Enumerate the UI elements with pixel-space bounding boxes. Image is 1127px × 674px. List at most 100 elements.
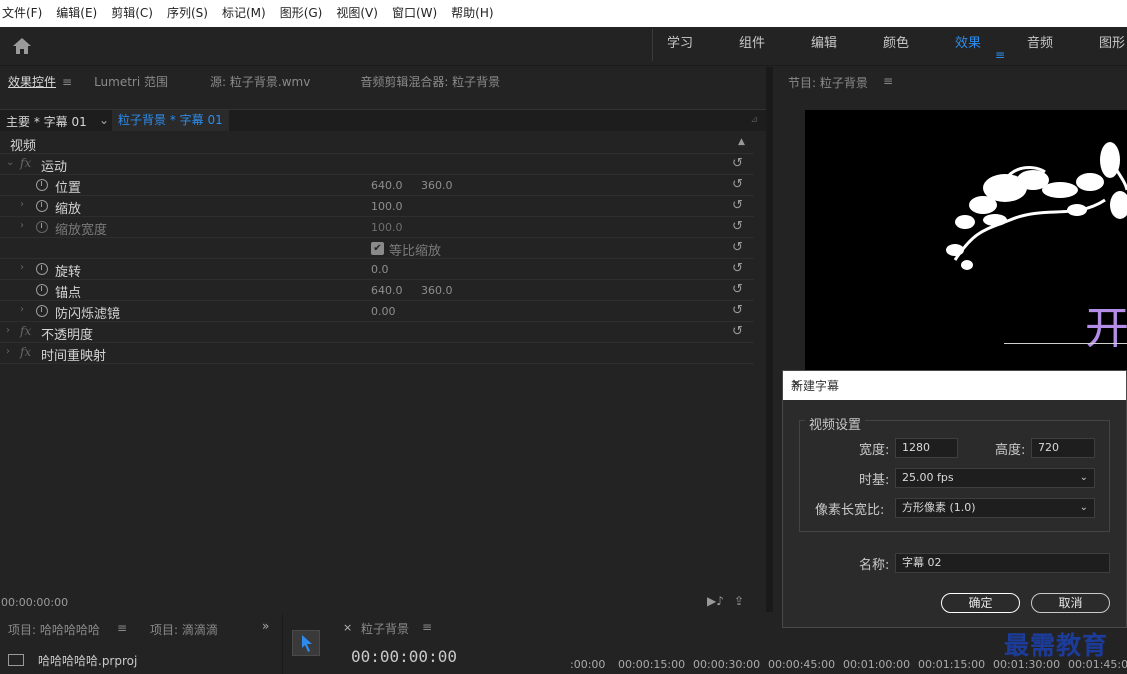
property-row-rotation[interactable]: › 旋转 0.0 ↺	[0, 259, 754, 280]
tab-project-2[interactable]: 项目: 滴滴滴	[150, 621, 218, 638]
reset-icon[interactable]: ↺	[732, 282, 743, 297]
tab-lumetri-scopes[interactable]: Lumetri 范围	[94, 67, 168, 97]
reset-icon[interactable]: ↺	[732, 198, 743, 213]
scale-value[interactable]: 100.0	[371, 200, 403, 213]
sequence-clip-label[interactable]: 粒子背景 * 字幕 01	[112, 110, 229, 131]
tab-source[interactable]: 源: 粒子背景.wmv	[202, 67, 310, 97]
reset-icon[interactable]: ↺	[732, 156, 743, 171]
dialog-title-bar[interactable]: 新建字幕 ✕	[783, 371, 1126, 400]
menu-edit[interactable]: 编辑(E)	[49, 0, 104, 27]
opacity-label: 不透明度	[41, 328, 94, 343]
floral-ornament-image	[946, 142, 1127, 270]
fx-icon[interactable]: fx	[20, 156, 31, 170]
fx-icon[interactable]: fx	[20, 324, 31, 338]
menu-clip[interactable]: 剪辑(C)	[104, 0, 160, 27]
pixel-aspect-select[interactable]: 方形像素 (1.0) ⌄	[895, 498, 1095, 518]
position-y-value[interactable]: 360.0	[421, 179, 453, 192]
menu-window[interactable]: 窗口(W)	[385, 0, 444, 27]
chevron-right-icon[interactable]: ›	[20, 304, 24, 315]
scale-width-label: 缩放宽度	[55, 223, 108, 238]
timeline-tab[interactable]: 粒子背景	[361, 620, 409, 637]
close-icon[interactable]: ×	[343, 621, 352, 634]
project-folder-icon	[8, 654, 24, 666]
workspace-tab-graphics[interactable]: 图形	[1084, 27, 1127, 66]
effect-row-time-remap[interactable]: › fx 时间重映射	[0, 343, 754, 364]
stopwatch-icon[interactable]	[36, 179, 48, 191]
fx-icon[interactable]: fx	[20, 345, 31, 359]
video-preview[interactable]: 开	[805, 110, 1127, 370]
audio-scrub-icon[interactable]: ▶♪	[707, 594, 724, 608]
rotation-label: 旋转	[55, 265, 82, 280]
project-file-name[interactable]: 哈哈哈哈哈.prproj	[38, 652, 137, 669]
reset-icon[interactable]: ↺	[732, 177, 743, 192]
export-icon[interactable]: ⇪	[734, 594, 744, 608]
anchor-x-value[interactable]: 640.0	[371, 284, 403, 297]
stopwatch-icon[interactable]	[36, 263, 48, 275]
anchor-y-value[interactable]: 360.0	[421, 284, 453, 297]
effect-row-opacity[interactable]: › fx 不透明度 ↺	[0, 322, 754, 343]
close-icon[interactable]: ✕	[791, 377, 801, 391]
panel-menu-icon[interactable]: ≡	[62, 75, 72, 89]
chevron-right-icon[interactable]: ›	[20, 262, 24, 273]
menu-markers[interactable]: 标记(M)	[215, 0, 273, 27]
reset-icon[interactable]: ↺	[732, 240, 743, 255]
timebase-label: 时基:	[859, 473, 890, 488]
chevron-down-icon: ⌄	[1079, 472, 1088, 483]
effect-row-motion[interactable]: ⌄ fx 运动 ↺	[0, 154, 754, 175]
tab-audio-clip-mixer[interactable]: 音频剪辑混合器: 粒子背景	[352, 67, 500, 97]
program-monitor-title[interactable]: 节目: 粒子背景	[788, 74, 868, 91]
workspace-tab-audio[interactable]: 音频	[1012, 27, 1084, 66]
property-row-scale[interactable]: › 缩放 100.0 ↺	[0, 196, 754, 217]
timeline-timecode[interactable]: 00:00:00:00	[351, 647, 457, 666]
chevron-right-icon[interactable]: ›	[6, 346, 10, 357]
chevron-right-icon[interactable]: ›	[20, 199, 24, 210]
ok-button[interactable]: 确定	[941, 593, 1020, 613]
panel-menu-icon[interactable]: ≡	[117, 621, 127, 635]
panel-menu-icon[interactable]: ≡	[883, 74, 893, 88]
home-icon[interactable]	[12, 37, 32, 55]
chevron-down-icon[interactable]: ⌄	[95, 110, 113, 131]
menu-help[interactable]: 帮助(H)	[444, 0, 500, 27]
menu-graphics[interactable]: 图形(G)	[273, 0, 330, 27]
width-input[interactable]: 1280	[895, 438, 958, 458]
property-row-position[interactable]: 位置 640.0 360.0 ↺	[0, 175, 754, 196]
menu-view[interactable]: 视图(V)	[329, 0, 385, 27]
anti-flicker-value[interactable]: 0.00	[371, 305, 396, 318]
menu-sequence[interactable]: 序列(S)	[160, 0, 215, 27]
workspace-tab-effects[interactable]: 效果 ≡	[940, 27, 1012, 66]
chevron-right-icon[interactable]: ›	[6, 325, 10, 336]
workspace-tab-learn[interactable]: 学习	[652, 27, 724, 66]
stopwatch-icon[interactable]	[36, 200, 48, 212]
reset-icon[interactable]: ↺	[732, 303, 743, 318]
tab-project[interactable]: 项目: 哈哈哈哈哈	[8, 621, 100, 638]
tab-effect-controls[interactable]: 效果控件	[0, 67, 56, 97]
more-panels-icon[interactable]: »	[262, 619, 269, 633]
anti-flicker-label: 防闪烁滤镜	[55, 307, 121, 322]
stopwatch-icon[interactable]	[36, 284, 48, 296]
reset-icon[interactable]: ↺	[732, 324, 743, 339]
scroll-up-icon[interactable]: ▲	[738, 137, 745, 147]
master-clip-label[interactable]: 主要 * 字幕 01	[6, 113, 87, 130]
current-timecode[interactable]: 00:00:00:00	[1, 596, 68, 609]
stopwatch-icon	[36, 221, 48, 233]
property-row-anti-flicker[interactable]: › 防闪烁滤镜 0.00 ↺	[0, 301, 754, 322]
name-input[interactable]: 字幕 02	[895, 553, 1110, 573]
cancel-button[interactable]: 取消	[1031, 593, 1110, 613]
stopwatch-icon[interactable]	[36, 305, 48, 317]
chevron-down-icon[interactable]: ⌄	[6, 157, 14, 168]
position-x-value[interactable]: 640.0	[371, 179, 403, 192]
selection-tool-button[interactable]	[292, 630, 320, 656]
workspace-tab-editing[interactable]: 编辑	[796, 27, 868, 66]
panel-divider[interactable]	[766, 67, 773, 612]
uniform-scale-checkbox[interactable]: ✔	[371, 242, 384, 255]
height-input[interactable]: 720	[1031, 438, 1095, 458]
reset-icon[interactable]: ↺	[732, 261, 743, 276]
workspace-tab-color[interactable]: 颜色	[868, 27, 940, 66]
property-row-anchor[interactable]: 锚点 640.0 360.0 ↺	[0, 280, 754, 301]
reset-icon[interactable]: ↺	[732, 219, 743, 234]
rotation-value[interactable]: 0.0	[371, 263, 389, 276]
timebase-select[interactable]: 25.00 fps ⌄	[895, 468, 1095, 488]
workspace-tab-assembly[interactable]: 组件	[724, 27, 796, 66]
menu-file[interactable]: 文件(F)	[0, 0, 49, 27]
panel-menu-icon[interactable]: ≡	[422, 620, 432, 634]
